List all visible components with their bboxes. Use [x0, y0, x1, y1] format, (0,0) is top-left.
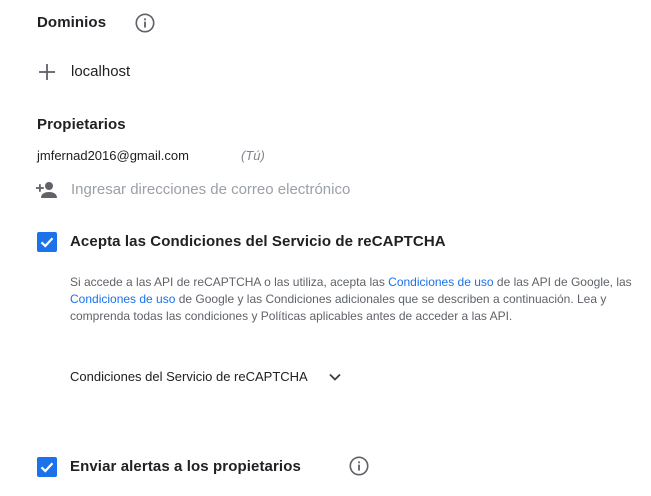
domains-title: Dominios	[37, 14, 107, 31]
alerts-checkbox[interactable]	[37, 457, 57, 477]
check-icon	[40, 462, 54, 473]
owner-email: jmfernad2016@gmail.com	[37, 148, 189, 163]
terms-paragraph: Si accede a las API de reCAPTCHA o las u…	[70, 274, 640, 325]
domain-item-localhost: localhost	[71, 63, 131, 80]
alerts-info-icon[interactable]	[348, 455, 370, 477]
google-terms-link[interactable]: Condiciones de uso	[70, 292, 175, 306]
owners-title: Propietarios	[37, 116, 126, 133]
alerts-checkbox-label[interactable]: Enviar alertas a los propietarios	[70, 458, 301, 475]
owner-you-label: (Tú)	[241, 148, 265, 163]
api-terms-link[interactable]: Condiciones de uso	[388, 275, 493, 289]
add-domain-plus-icon[interactable]	[38, 63, 56, 86]
chevron-down-icon	[329, 373, 341, 381]
person-add-icon	[35, 180, 59, 205]
domains-info-icon[interactable]	[134, 12, 156, 34]
terms-checkbox[interactable]	[37, 232, 57, 252]
owner-email-input[interactable]	[71, 178, 491, 200]
check-icon	[40, 237, 54, 248]
dropdown-label: Condiciones del Servicio de reCAPTCHA	[70, 369, 308, 384]
recaptcha-terms-dropdown[interactable]: Condiciones del Servicio de reCAPTCHA	[70, 369, 342, 384]
terms-checkbox-label[interactable]: Acepta las Condiciones del Servicio de r…	[70, 233, 446, 250]
terms-text-1: Si accede a las API de reCAPTCHA o las u…	[70, 275, 389, 289]
terms-text-2: de las API de Google, las	[493, 275, 632, 289]
